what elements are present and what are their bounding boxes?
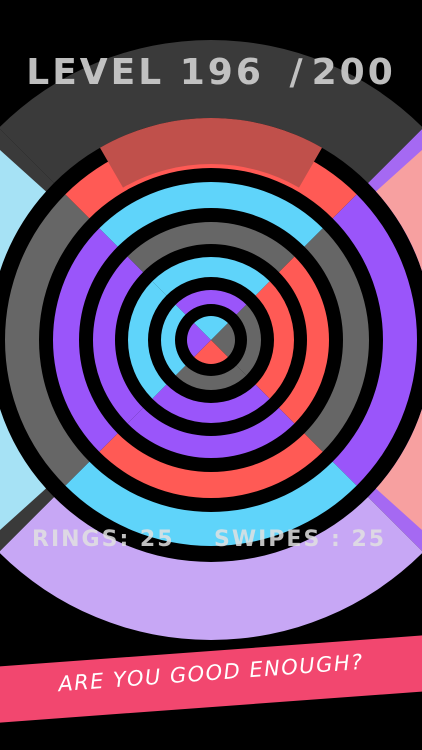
level-total: 200 bbox=[311, 52, 396, 93]
game-board[interactable] bbox=[0, 0, 422, 750]
core[interactable] bbox=[187, 316, 235, 364]
rings-counter: RINGS: 25 bbox=[32, 527, 175, 552]
rings-value: 25 bbox=[139, 527, 175, 552]
level-label: LEVEL bbox=[26, 52, 165, 93]
swipes-counter: SWIPES : 25 bbox=[214, 527, 386, 552]
swipes-label: SWIPES : bbox=[214, 527, 342, 552]
level-separator: / bbox=[289, 52, 306, 93]
level-current: 196 bbox=[179, 52, 264, 93]
swipes-value: 25 bbox=[351, 527, 387, 552]
rings-label: RINGS: bbox=[32, 527, 131, 552]
level-indicator: LEVEL 196 /200 bbox=[0, 52, 422, 93]
